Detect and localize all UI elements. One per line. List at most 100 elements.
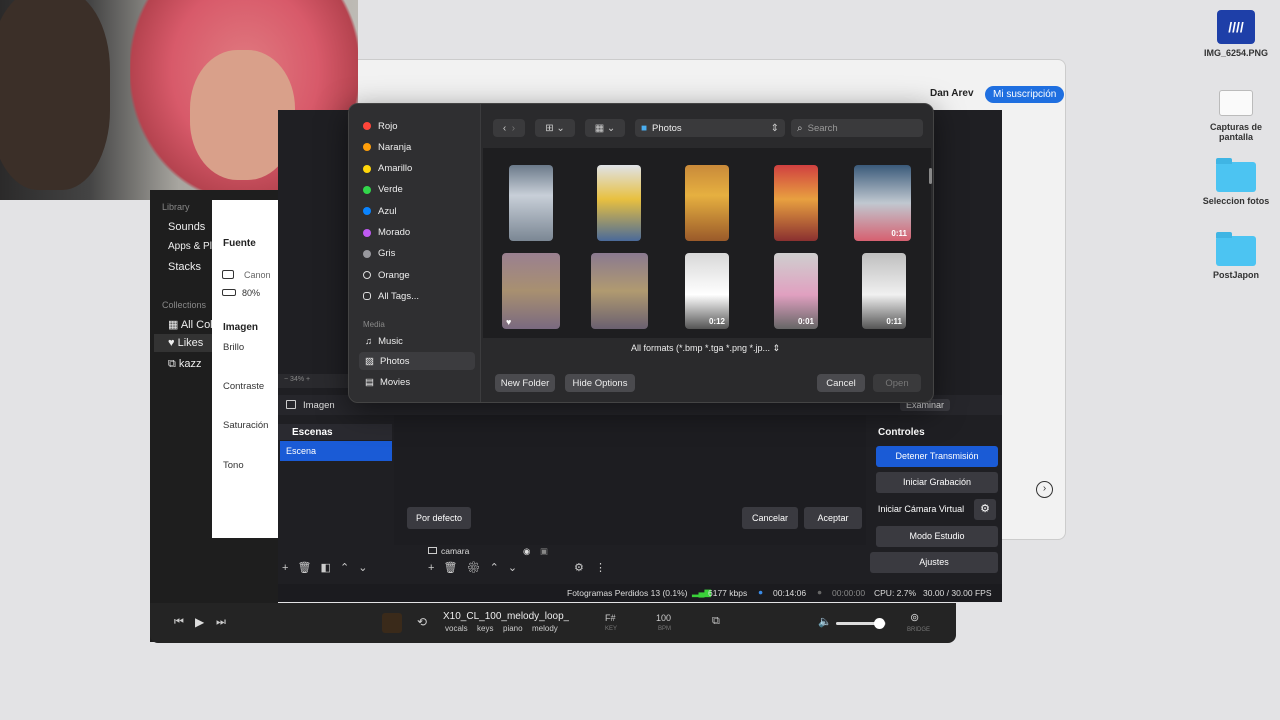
settings-button[interactable]: Ajustes — [870, 552, 998, 573]
volume-slider[interactable] — [836, 618, 886, 629]
chevron-right-icon[interactable]: › — [512, 123, 515, 134]
video-duration: 0:11 — [891, 229, 907, 238]
track-tag[interactable]: vocals — [445, 624, 468, 633]
scrollbar[interactable] — [929, 168, 932, 184]
back-forward-buttons[interactable]: ‹ › — [493, 119, 525, 137]
add-icon[interactable]: + — [428, 562, 434, 574]
cancel-button[interactable]: Cancel — [817, 374, 865, 392]
stack-icon: ⧉ — [168, 358, 179, 370]
volume-knob[interactable] — [873, 618, 885, 629]
desktop-folder-seleccion[interactable]: Seleccion fotos — [1196, 158, 1276, 206]
lock-icon[interactable]: ▣ — [540, 546, 548, 557]
sidebar-tag-item[interactable]: Verde — [363, 181, 403, 199]
video-thumbnail[interactable]: 0:12 — [685, 253, 729, 329]
bridge-icon[interactable]: ⊚ — [910, 611, 919, 624]
photo-thumbnail[interactable] — [509, 165, 553, 241]
photo-thumbnail[interactable] — [774, 165, 818, 241]
photo-thumbnail[interactable] — [685, 165, 729, 241]
track-tag[interactable]: keys — [477, 624, 493, 633]
more-icon[interactable]: ⋮ — [595, 562, 606, 574]
add-icon[interactable]: + — [282, 562, 288, 574]
sidebar-tag-item[interactable]: Morado — [363, 224, 410, 242]
sidebar-tag-item[interactable]: Gris — [363, 245, 395, 263]
sidebar-item-apps[interactable]: Apps & Pl — [168, 241, 212, 252]
open-button[interactable]: Open — [873, 374, 921, 392]
search-icon: ⌕ — [797, 122, 803, 134]
new-folder-button[interactable]: New Folder — [495, 374, 555, 392]
stop-stream-button[interactable]: Detener Transmisión — [876, 446, 998, 467]
up-icon[interactable]: ⌃ — [490, 562, 499, 574]
mixer-toolbar: ⚙ ⋮ — [574, 561, 606, 574]
group-view-button[interactable]: ▦ ⌄ — [585, 119, 625, 137]
sidebar-item-kazz[interactable]: ⧉ kazz — [168, 358, 202, 371]
all-tags-icon — [363, 292, 371, 301]
desktop-folder-postjapon[interactable]: PostJapon — [1196, 232, 1276, 280]
bridge-label: BRIDGE — [907, 627, 931, 633]
desktop-folder-label: Capturas de pantalla — [1209, 122, 1262, 142]
start-recording-button[interactable]: Iniciar Grabación — [876, 472, 998, 493]
bpm-label: BPM — [658, 626, 672, 632]
virtual-camera-settings-button[interactable]: ⚙ — [974, 499, 996, 520]
virtual-camera-button[interactable]: Iniciar Cámara Virtual — [872, 499, 970, 520]
scene-item[interactable]: Escena — [280, 441, 392, 461]
properties-dialog-footer: Por defecto Cancelar Aceptar — [394, 415, 866, 545]
cancelar-button[interactable]: Cancelar — [742, 507, 798, 529]
previous-icon[interactable]: ⏮ — [174, 616, 184, 629]
studio-mode-button[interactable]: Modo Estudio — [876, 526, 998, 547]
play-icon[interactable]: ▶ — [195, 615, 204, 629]
sidebar-tag-item[interactable]: Orange — [363, 266, 410, 284]
next-icon[interactable]: ⏭ — [216, 616, 226, 629]
desktop-file-img[interactable]: //// IMG_6254.PNG — [1196, 10, 1276, 58]
tag-color-icon — [363, 249, 371, 258]
video-duration: 0:11 — [886, 317, 902, 326]
sidebar-tag-item[interactable]: Amarillo — [363, 160, 412, 178]
sidebar-item-movies[interactable]: ▤ Movies — [359, 373, 475, 391]
volume-icon[interactable]: 🔈 — [818, 615, 832, 628]
up-icon[interactable]: ⌃ — [340, 562, 349, 574]
subscription-button[interactable]: Mi suscripción — [985, 86, 1065, 103]
sidebar-item-photos[interactable]: ▨ Photos — [359, 352, 475, 370]
search-field[interactable]: ⌕ Search — [791, 119, 923, 137]
location-popup[interactable]: ■ Photos ⇕ — [635, 119, 785, 137]
user-name[interactable]: Dan Arev — [930, 88, 974, 99]
location-label: Photos — [652, 122, 682, 134]
sidebar-tag-item[interactable]: Naranja — [363, 138, 411, 156]
sidebar-tag-item[interactable]: Azul — [363, 202, 396, 220]
photo-thumbnail[interactable] — [597, 165, 641, 241]
loop-icon[interactable]: ⟲ — [417, 615, 427, 629]
sidebar-item-all-collections[interactable]: ▦ All Col — [168, 318, 213, 331]
sidebar-item-sounds[interactable]: Sounds — [168, 221, 205, 233]
gear-icon[interactable]: ⚙ — [467, 562, 481, 574]
copy-icon[interactable]: ⧉ — [712, 615, 720, 628]
hide-options-button[interactable]: Hide Options — [565, 374, 635, 392]
trash-icon[interactable]: 🗑 — [298, 562, 312, 574]
photo-thumbnail[interactable]: ♥ — [502, 253, 560, 329]
chevron-left-icon[interactable]: ‹ — [503, 123, 506, 134]
desktop-folder-capturas[interactable]: Capturas de pantalla — [1196, 90, 1276, 142]
key-label: KEY — [605, 626, 618, 632]
next-arrow-icon[interactable]: › — [1036, 481, 1053, 498]
video-thumbnail[interactable]: 0:11 — [854, 165, 911, 241]
down-icon[interactable]: ⌄ — [358, 562, 367, 574]
sidebar-tag-item[interactable]: All Tags... — [363, 287, 419, 305]
sidebar-tag-item[interactable]: Rojo — [363, 117, 398, 135]
trash-icon[interactable]: 🗑 — [444, 562, 458, 574]
format-popup[interactable]: All formats (*.bmp *.tga *.png *.jp... ⇕ — [631, 343, 780, 354]
icon-view-button[interactable]: ⊞ ⌄ — [535, 119, 575, 137]
por-defecto-button[interactable]: Por defecto — [407, 507, 471, 529]
tag-label: Verde — [378, 184, 403, 196]
down-icon[interactable]: ⌄ — [508, 562, 517, 574]
video-thumbnail[interactable]: 0:01 — [774, 253, 818, 329]
eye-icon[interactable]: ◉ — [523, 546, 530, 557]
track-tag[interactable]: melody — [532, 624, 558, 633]
source-row[interactable]: camara ◉ ▣ — [428, 546, 558, 558]
filter-icon[interactable]: ◧ — [321, 562, 331, 574]
sidebar-item-music[interactable]: ♫ Music — [359, 332, 475, 350]
scenes-header: Escenas — [278, 424, 392, 440]
aceptar-button[interactable]: Aceptar — [804, 507, 862, 529]
track-tag[interactable]: piano — [503, 624, 523, 633]
video-thumbnail[interactable]: 0:11 — [862, 253, 906, 329]
photo-thumbnail[interactable] — [591, 253, 648, 329]
sidebar-item-stacks[interactable]: Stacks — [168, 261, 201, 273]
settings-icon[interactable]: ⚙ — [574, 562, 584, 574]
